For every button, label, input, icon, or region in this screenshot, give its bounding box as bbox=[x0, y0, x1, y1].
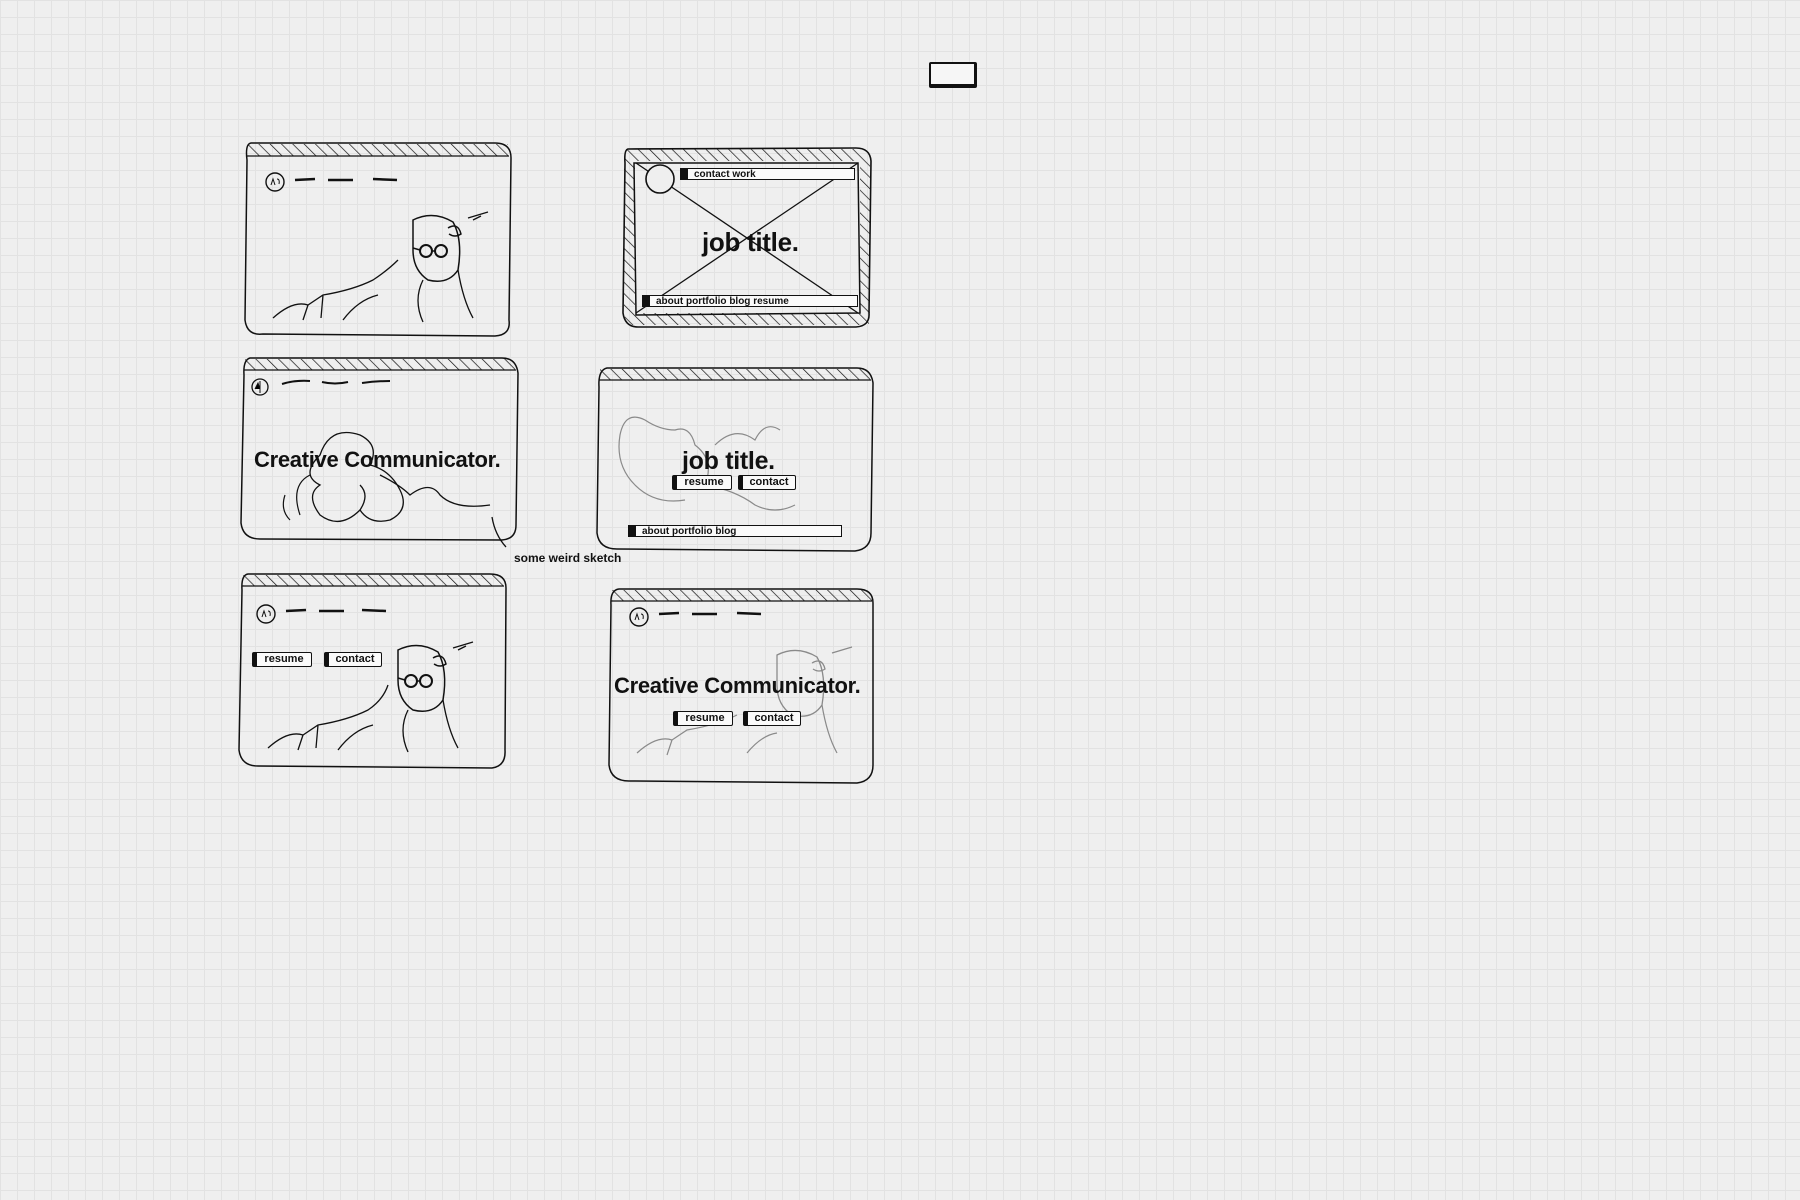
toolbar-chip[interactable] bbox=[929, 62, 977, 88]
sketch-frame-3[interactable]: Creative Communicator. bbox=[240, 355, 520, 543]
annotation-note: some weird sketch bbox=[514, 551, 622, 565]
bottom-nav-bar[interactable]: about portfolio blog bbox=[628, 525, 842, 537]
sketch-frame-1[interactable] bbox=[243, 140, 513, 340]
sketch-frame-2[interactable]: contact work job title. about portfolio … bbox=[622, 145, 872, 330]
top-nav-bar[interactable]: contact work bbox=[680, 168, 855, 180]
resume-button[interactable]: resume bbox=[673, 711, 733, 726]
headline: Creative Communicator. bbox=[254, 447, 501, 472]
headline: Creative Communicator. bbox=[614, 673, 861, 698]
sketch-frame-4[interactable]: job title. resume contact about portfoli… bbox=[595, 365, 875, 553]
resume-button[interactable]: resume bbox=[672, 475, 732, 490]
sketch-frame-5[interactable]: resume contact bbox=[238, 570, 508, 770]
headline: job title. bbox=[702, 227, 799, 257]
contact-button[interactable]: contact bbox=[738, 475, 796, 490]
bottom-nav-bar[interactable]: about portfolio blog resume bbox=[642, 295, 858, 307]
headline: job title. bbox=[682, 447, 775, 475]
contact-button[interactable]: contact bbox=[743, 711, 801, 726]
sketch-frame-6[interactable]: Creative Communicator. resume contact bbox=[607, 585, 875, 785]
annotation-leader-icon bbox=[490, 515, 510, 560]
